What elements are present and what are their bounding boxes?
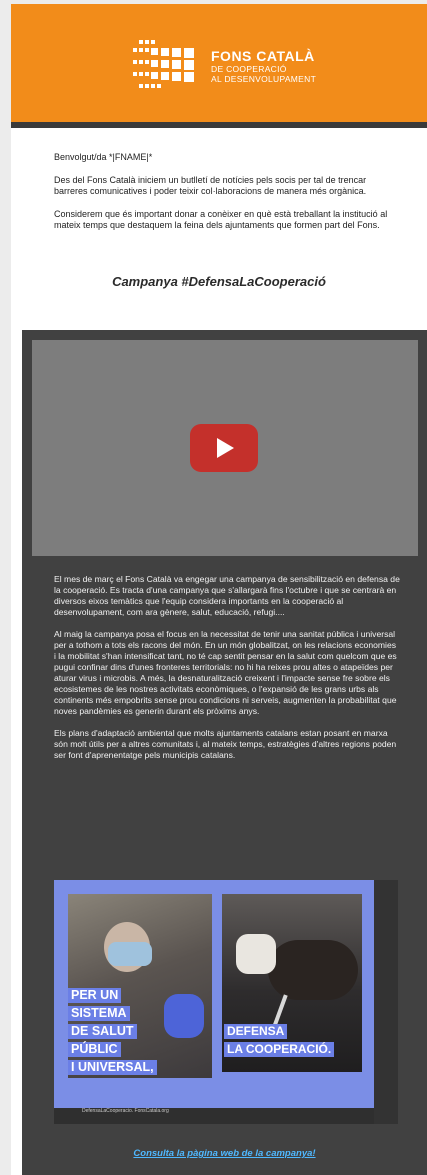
slogan-line: I UNIVERSAL, [68,1060,157,1075]
logo-subtitle-line2: AL DESENVOLUPAMENT [211,74,317,84]
poster-slogan-2: DEFENSA LA COOPERACIÓ. [224,1022,364,1058]
poster-slogan-1: PER UN SISTEMA DE SALUT PÚBLIC I UNIVERS… [68,986,188,1076]
glove-shape [236,934,276,974]
slogan-line: PÚBLIC [68,1042,121,1057]
video-embed[interactable] [32,340,418,556]
greeting: Benvolgut/da *|FNAME|* [54,152,153,162]
fons-catala-logo[interactable]: FONS CATALÀ DE COOPERACIÓ AL DESENVOLUPA… [131,38,331,100]
header-divider [11,122,427,128]
poster-background: PER UN SISTEMA DE SALUT PÚBLIC I UNIVERS… [54,880,374,1108]
slogan-line: DEFENSA [224,1024,288,1039]
campaign-paragraph-3: Els plans d'adaptació ambiental que molt… [54,728,397,760]
logo-subtitle-line1: DE COOPERACIÓ [211,64,287,74]
slogan-line: SISTEMA [68,1006,130,1021]
logo-squares-icon [133,40,194,88]
slogan-line: DE SALUT [68,1024,137,1039]
slogan-line: LA COOPERACIÓ. [224,1042,335,1057]
campaign-panel: El mes de març el Fons Català va engegar… [22,330,427,1175]
campaign-poster-image: PER UN SISTEMA DE SALUT PÚBLIC I UNIVERS… [54,880,398,1124]
logo-title: FONS CATALÀ [211,48,315,64]
campaign-paragraph-1: El mes de març el Fons Català va engegar… [54,574,400,617]
youtube-play-icon[interactable] [190,424,258,472]
campaign-paragraph-2: Al maig la campanya posa el focus en la … [54,629,397,716]
slogan-line: PER UN [68,988,122,1003]
intro-paragraph-1: Des del Fons Català iniciem un butlletí … [54,174,367,197]
logo-text: FONS CATALÀ DE COOPERACIÓ AL DESENVOLUPA… [211,48,316,84]
intro-section: Benvolgut/da *|FNAME|* Des del Fons Cata… [54,152,402,243]
campaign-body: El mes de març el Fons Català va engegar… [54,574,400,772]
mask-shape [108,942,152,966]
intro-paragraph-2: Considerem que és important donar a conè… [54,208,388,231]
poster-side-strip [374,880,398,1124]
header: FONS CATALÀ DE COOPERACIÓ AL DESENVOLUPA… [11,4,427,124]
newsletter: FONS CATALÀ DE COOPERACIÓ AL DESENVOLUPA… [11,4,427,1175]
arm-shape [268,940,358,1000]
poster-footer: DefensaLaCooperacio. FonsCatala.org [82,1108,169,1114]
campaign-title: Campanya #DefensaLaCooperació [112,274,326,289]
campaign-website-link[interactable]: Consulta la pàgina web de la campanya! [22,1148,427,1159]
